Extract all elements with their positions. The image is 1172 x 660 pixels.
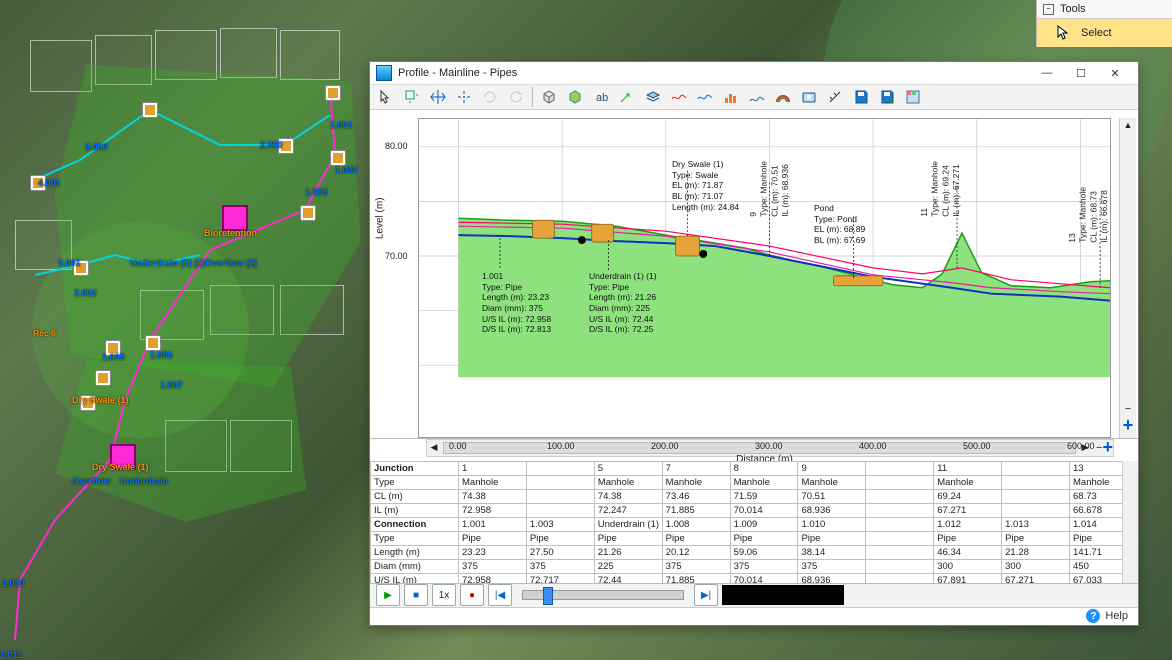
scroll-up-icon[interactable]: ▲ — [1124, 120, 1133, 130]
rotate-icon[interactable] — [478, 85, 502, 109]
svg-text:ab: ab — [596, 92, 608, 104]
cube-icon[interactable] — [537, 85, 561, 109]
record-button[interactable]: ● — [460, 584, 484, 606]
y-axis-label: Level (m) — [375, 197, 386, 239]
zoom-in-icon[interactable]: + — [1123, 415, 1134, 436]
x-tick: 300.00 — [755, 441, 783, 451]
profile-chart[interactable]: 80.00 70.00 — [418, 118, 1111, 438]
playback-controls: ▶ ■ 1x ● |◀ ▶| — [370, 584, 1138, 608]
result-icon[interactable] — [719, 85, 743, 109]
y-tick: 80.00 — [385, 141, 408, 151]
cursor-icon — [1057, 25, 1071, 41]
annotation-manhole-9: 9 Type: Manhole CL (m): 70.51 IL (m): 68… — [748, 161, 791, 217]
node-label: 3.002 — [74, 288, 97, 298]
annotation-manhole-11: 11 Type: Manhole CL (m): 69.24 IL (m): 6… — [919, 161, 962, 217]
x-tick: 500.00 — [963, 441, 991, 451]
x-tick: 400.00 — [859, 441, 887, 451]
pipe-label: Underdrain (1) (1) — [130, 258, 205, 268]
node-label: 2.000 — [260, 140, 283, 150]
node-label: 1.005 — [102, 352, 125, 362]
zoom-window-icon[interactable] — [400, 85, 424, 109]
connection-header: Connection — [371, 517, 459, 531]
rainbow-icon[interactable] — [771, 85, 795, 109]
pan-icon[interactable] — [426, 85, 450, 109]
play-button[interactable]: ▶ — [376, 584, 400, 606]
junction-header: Junction — [371, 461, 459, 475]
y-tick: 70.00 — [385, 251, 408, 261]
x-tick: 600.00 — [1067, 441, 1095, 451]
profile-window: Profile - Mainline - Pipes — ☐ ✕ ab Leve… — [369, 61, 1139, 626]
zoom-out-icon[interactable]: − — [1125, 403, 1131, 415]
swc-label: Dry Swale (1) — [92, 462, 149, 472]
measure-icon[interactable] — [823, 85, 847, 109]
title-bar[interactable]: Profile - Mainline - Pipes — ☐ ✕ — [370, 62, 1138, 85]
hgl-icon[interactable] — [667, 85, 691, 109]
node-label: 1.002 — [335, 165, 358, 175]
stop-button[interactable]: ■ — [404, 584, 428, 606]
cube-fill-icon[interactable] — [563, 85, 587, 109]
node-label: 3.000 — [85, 142, 108, 152]
node-label: 1.011 — [0, 650, 22, 660]
step-back-button[interactable]: |◀ — [488, 584, 512, 606]
x-tick: 0.00 — [449, 441, 467, 451]
refresh-icon[interactable] — [504, 85, 528, 109]
maximize-button[interactable]: ☐ — [1064, 62, 1098, 84]
tool-select-label: Select — [1081, 27, 1112, 39]
speed-button[interactable]: 1x — [432, 584, 456, 606]
tools-header[interactable]: − Tools — [1037, 0, 1172, 19]
help-label[interactable]: Help — [1105, 610, 1128, 622]
layers-icon[interactable] — [641, 85, 665, 109]
window-title: Profile - Mainline - Pipes — [398, 67, 1030, 79]
pipe-label: Underdrain — [120, 476, 168, 486]
chart-vertical-scrollbar[interactable]: ▲ − + — [1119, 118, 1136, 438]
tools-title: Tools — [1060, 3, 1086, 15]
node-label: 1.010 — [2, 578, 25, 588]
egl-icon[interactable] — [693, 85, 717, 109]
text-icon[interactable]: ab — [589, 85, 613, 109]
annotation-underdrain: Underdrain (1) (1) Type: Pipe Length (m)… — [589, 271, 657, 335]
node-label: 1.001 — [330, 120, 353, 130]
pipe-label: Overflow (2) — [205, 258, 257, 268]
annotation-pipe-1001: 1.001 Type: Pipe Length (m): 23.23 Diam … — [482, 271, 551, 335]
node-label: 4.001 — [38, 178, 61, 188]
time-readout — [722, 585, 844, 605]
chart-area: Level (m) 80.00 70.00 — [370, 110, 1138, 439]
table-scrollbar[interactable] — [1122, 461, 1138, 583]
zoom-in-h-icon[interactable]: + — [1102, 437, 1113, 458]
swc-label: Dry Swale (1) — [72, 395, 129, 405]
step-forward-button[interactable]: ▶| — [694, 584, 718, 606]
export-icon[interactable] — [901, 85, 925, 109]
cursor-icon[interactable] — [374, 85, 398, 109]
tool-select[interactable]: Select — [1037, 19, 1172, 47]
x-tick: 200.00 — [651, 441, 679, 451]
rec-label: Rec 6 — [33, 328, 56, 338]
annotation-manhole-13: 13 Type: Manhole CL (m): 68.73 IL (m): 6… — [1067, 187, 1110, 243]
annotation-dryswale: Dry Swale (1) Type: Swale EL (m): 71.87 … — [672, 159, 739, 212]
app-icon — [376, 65, 392, 81]
close-button[interactable]: ✕ — [1098, 62, 1132, 84]
save-icon[interactable] — [849, 85, 873, 109]
help-icon[interactable]: ? — [1086, 609, 1100, 623]
minimize-button[interactable]: — — [1030, 62, 1064, 84]
node-label: 1.003 — [305, 187, 328, 197]
scroll-left-icon[interactable]: ◀ — [427, 442, 441, 453]
arrow-icon[interactable] — [615, 85, 639, 109]
zoom-extents-icon[interactable] — [452, 85, 476, 109]
help-bar: ? Help — [370, 608, 1138, 625]
node-label: 1.007 — [160, 380, 183, 390]
data-table[interactable]: Junction 157891113 TypeManholeManholeMan… — [370, 461, 1138, 584]
x-tick: 100.00 — [547, 441, 575, 451]
time-slider[interactable] — [522, 590, 684, 600]
collapse-icon[interactable]: − — [1043, 4, 1054, 15]
node-label: 1.006 — [150, 350, 173, 360]
annotation-pond: Pond Type: Pond EL (m): 68.89 BL (m): 67… — [814, 203, 865, 246]
save-as-icon[interactable] — [875, 85, 899, 109]
node-label: 5.001 — [58, 258, 81, 268]
tools-panel: − Tools Select — [1036, 0, 1172, 47]
swc-label: Bioretention — [204, 228, 257, 238]
profile-toolbar: ab — [370, 85, 1138, 110]
pipe-label: Overflow — [72, 476, 111, 486]
critical-icon[interactable] — [745, 85, 769, 109]
screenshot-icon[interactable] — [797, 85, 821, 109]
